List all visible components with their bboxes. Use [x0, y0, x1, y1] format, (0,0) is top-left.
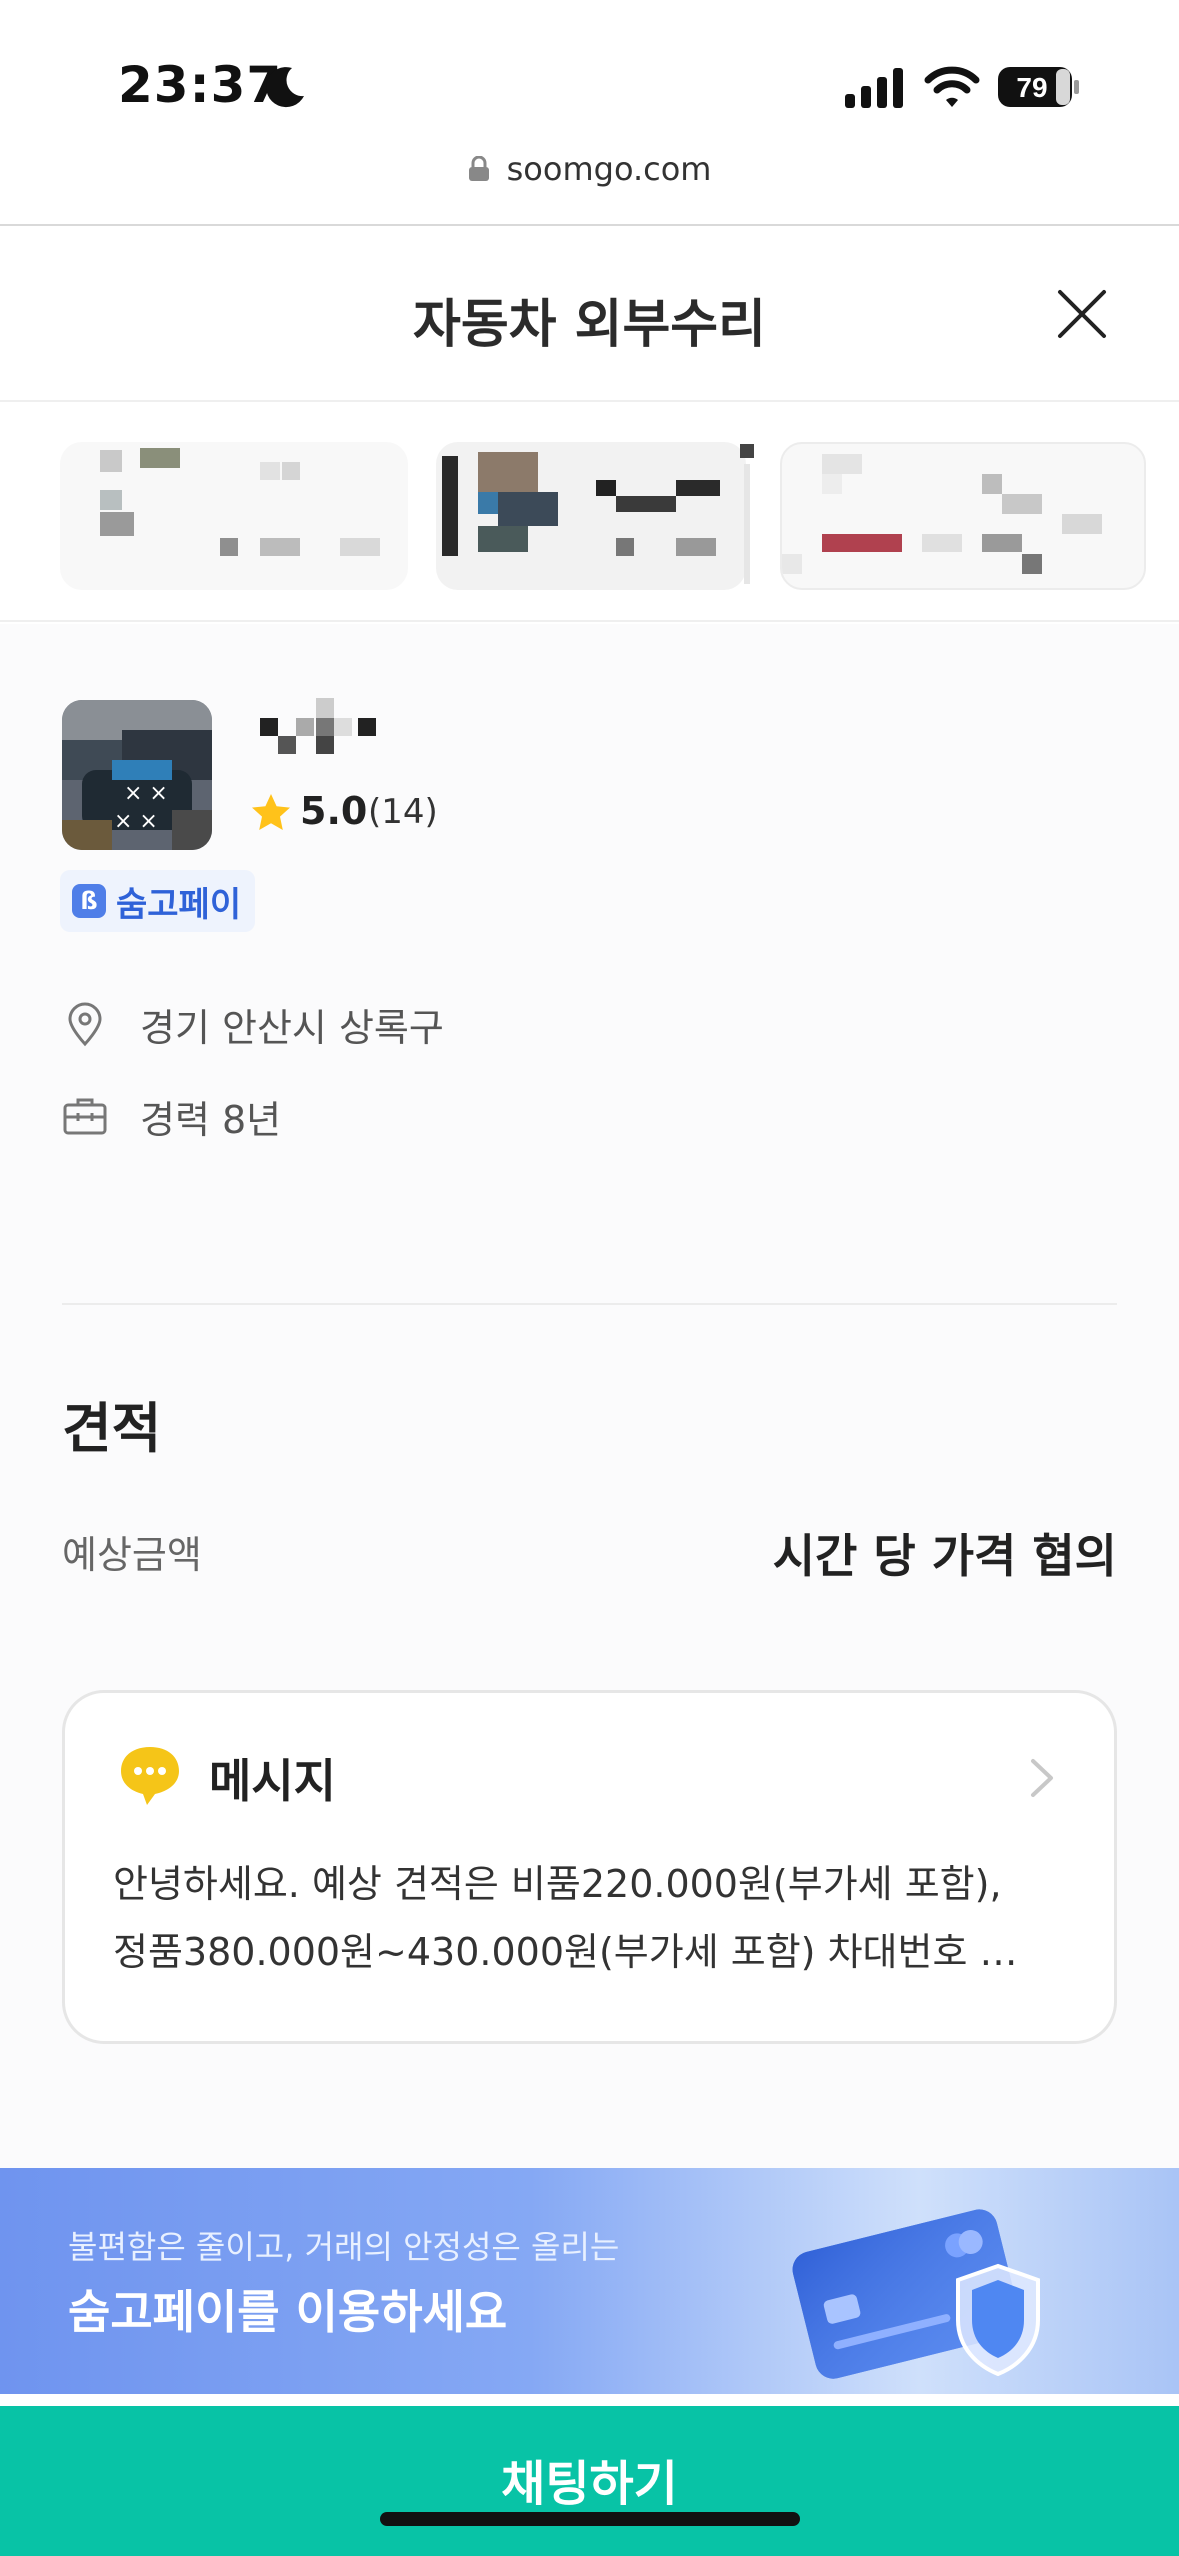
message-preview-line-2: 정품380.000원~430.000원(부가세 포함) 차대번호 … [113, 1930, 1018, 1974]
signal-icon [845, 68, 903, 108]
address-bar[interactable]: soomgo.com [0, 150, 1179, 224]
message-card[interactable]: 메시지 안녕하세요. 예상 견적은 비품220.000원(부가세 포함), 정품… [62, 1690, 1117, 2044]
avatar-image: × × × × [62, 700, 212, 850]
chat-button-label: 채팅하기 [501, 2456, 678, 2512]
estimate-value: 시간 당 가격 협의 [772, 1529, 1117, 1583]
soomgo-pay-banner[interactable]: 불편함은 줄이고, 거래의 안정성은 올리는 숨고페이를 이용하세요 [0, 2168, 1179, 2394]
chat-button[interactable]: 채팅하기 [0, 2406, 1179, 2556]
svg-text:× ×: × × [114, 809, 158, 834]
location-row: 경기 안산시 상록구 [62, 994, 444, 1054]
review-count[interactable]: (14) [368, 792, 438, 832]
briefcase-icon [63, 1098, 107, 1135]
home-indicator[interactable] [380, 2512, 800, 2526]
portfolio-photo[interactable] [60, 442, 408, 590]
location-text: 경기 안산시 상록구 [140, 1005, 444, 1050]
wifi-icon [924, 66, 980, 107]
url-text: soomgo.com [506, 150, 712, 188]
star-icon [252, 794, 290, 830]
section-divider [62, 1303, 1117, 1305]
lock-icon [468, 156, 489, 181]
rating-score: 5.0 [300, 789, 368, 833]
chevron-right-icon[interactable] [1025, 1755, 1059, 1801]
estimate-label: 예상금액 [62, 1533, 202, 1577]
credit-card-shield-icon [792, 2209, 1040, 2379]
page-header: 자동차 외부수리 [0, 226, 1179, 402]
status-bar: 23:37 79 [0, 0, 1179, 150]
location-pin-icon [68, 1002, 102, 1047]
page-title: 자동차 외부수리 [413, 295, 766, 355]
banner-subtitle: 불편함은 줄이고, 거래의 안정성은 올리는 [68, 2228, 620, 2266]
avatar[interactable]: × × × × [62, 700, 212, 850]
speech-bubble-icon [121, 1747, 179, 1805]
soomgo-pay-badge: ß 숨고페이 [60, 870, 256, 932]
message-preview-line-1: 안녕하세요. 예상 견적은 비품220.000원(부가세 포함), [113, 1862, 1002, 1906]
moon-icon [266, 67, 304, 108]
experience-row: 경력 8년 [62, 1086, 281, 1146]
portfolio-photo[interactable] [436, 442, 746, 590]
soomgo-pay-icon: ß [72, 884, 106, 918]
portfolio-photo-strip[interactable] [0, 404, 1179, 622]
message-title: 메시지 [209, 1754, 336, 1808]
battery-level: 79 [1016, 72, 1047, 103]
experience-text: 경력 8년 [140, 1097, 282, 1142]
pro-name [260, 698, 376, 754]
battery-icon: 79 [998, 67, 1079, 107]
estimate-section-title: 견적 [62, 1397, 162, 1460]
pay-badge-label: 숨고페이 [116, 884, 242, 925]
portfolio-photo[interactable] [780, 442, 1146, 590]
separator [0, 2394, 1179, 2406]
status-time: 23:37 [118, 56, 283, 114]
svg-text:× ×: × × [124, 781, 168, 806]
close-icon[interactable] [1052, 284, 1112, 344]
banner-title: 숨고페이를 이용하세요 [68, 2285, 508, 2339]
